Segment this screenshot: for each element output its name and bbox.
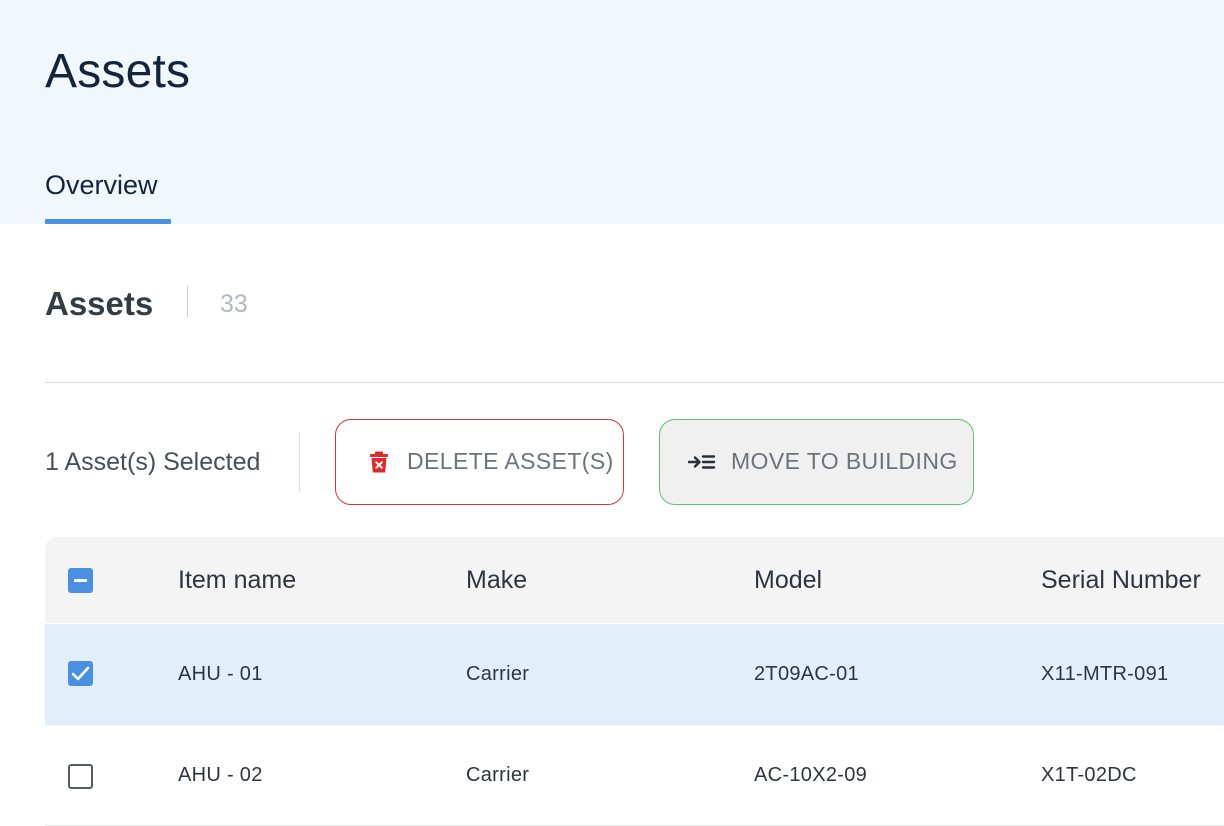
column-header-model[interactable]: Model: [754, 537, 822, 623]
row-checkbox[interactable]: [68, 661, 93, 686]
delete-assets-button[interactable]: DELETE ASSET(S): [335, 419, 624, 505]
selection-count-text: 1 Asset(s) Selected: [45, 448, 261, 476]
column-header-make[interactable]: Make: [466, 537, 527, 623]
cell-model: 2T09AC-01: [754, 662, 859, 685]
toolbar-divider: [299, 432, 300, 492]
cell-serial-number: X11-MTR-091: [1041, 662, 1169, 685]
column-header-item-name[interactable]: Item name: [178, 537, 296, 623]
title-divider: [187, 286, 188, 317]
cell-make: Carrier: [466, 662, 530, 685]
tab-overview[interactable]: Overview: [45, 168, 171, 224]
move-to-building-label: MOVE TO BUILDING: [731, 448, 958, 474]
active-tab-indicator: [45, 219, 171, 224]
page-header: Assets Overview: [0, 0, 1224, 224]
select-all-checkbox[interactable]: [68, 568, 93, 593]
column-header-serial-number[interactable]: Serial Number: [1041, 537, 1201, 623]
cell-model: AC-10X2-09: [754, 763, 868, 786]
tab-label: Overview: [45, 170, 158, 200]
section-title: Assets: [45, 285, 154, 322]
table-header: Item name Make Model Serial Number: [45, 537, 1224, 623]
table-row[interactable]: AHU - 01 Carrier 2T09AC-01 X11-MTR-091: [45, 624, 1224, 725]
delete-assets-label: DELETE ASSET(S): [407, 448, 614, 474]
table-row[interactable]: AHU - 02 Carrier AC-10X2-09 X1T-02DC: [45, 725, 1224, 826]
section-divider: [45, 382, 1224, 383]
trash-icon: [367, 450, 391, 474]
move-to-list-icon: [687, 450, 716, 474]
cell-item-name: AHU - 01: [178, 662, 263, 685]
asset-count: 33: [220, 290, 248, 318]
cell-item-name: AHU - 02: [178, 763, 263, 786]
cell-make: Carrier: [466, 763, 530, 786]
move-to-building-button[interactable]: MOVE TO BUILDING: [659, 419, 974, 505]
row-checkbox[interactable]: [68, 764, 93, 789]
cell-serial-number: X1T-02DC: [1041, 763, 1137, 786]
page-title: Assets: [45, 45, 191, 98]
